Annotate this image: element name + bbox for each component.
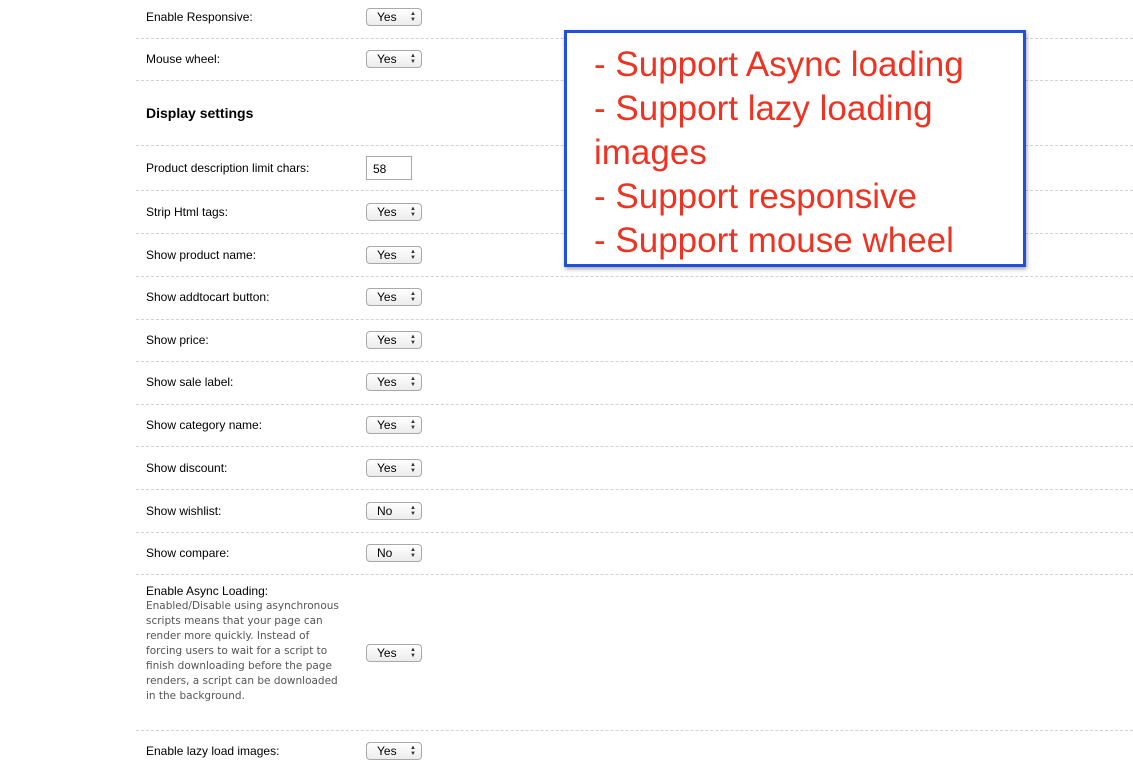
setting-label: Show addtocart button: — [146, 290, 270, 304]
setting-row-show-price: Show price: Yes ▲ ▼ — [136, 320, 1133, 362]
setting-label: Show sale label: — [146, 375, 234, 389]
up-down-arrows-icon: ▲ ▼ — [410, 11, 416, 23]
select-value: Yes — [377, 10, 397, 24]
show-price-select[interactable]: Yes ▲ ▼ — [366, 331, 422, 349]
up-down-arrows-icon: ▲ ▼ — [410, 53, 416, 65]
select-value: Yes — [377, 52, 397, 66]
setting-row-show-wishlist: Show wishlist: No ▲ ▼ — [136, 490, 1133, 533]
select-value: No — [377, 504, 393, 518]
setting-row-show-addtocart: Show addtocart button: Yes ▲ ▼ — [136, 277, 1133, 320]
setting-label: Show product name: — [146, 248, 257, 262]
select-value: Yes — [377, 290, 397, 304]
setting-row-show-category-name: Show category name: Yes ▲ ▼ — [136, 405, 1133, 447]
select-value: Yes — [377, 375, 397, 389]
setting-label: Show wishlist: — [146, 504, 222, 518]
up-down-arrows-icon: ▲ ▼ — [410, 249, 416, 261]
up-down-arrows-icon: ▲ ▼ — [410, 647, 416, 659]
show-discount-select[interactable]: Yes ▲ ▼ — [366, 459, 422, 477]
up-down-arrows-icon: ▲ ▼ — [410, 745, 416, 757]
setting-label: Enable Async Loading: — [146, 584, 269, 598]
select-value: Yes — [377, 461, 397, 475]
select-value: Yes — [377, 646, 397, 660]
callout-line: - Support Async loading — [594, 45, 964, 84]
up-down-arrows-icon: ▲ ▼ — [410, 291, 416, 303]
setting-label: Show compare: — [146, 546, 230, 560]
setting-description: Enabled/Disable using asynchronous scrip… — [146, 600, 339, 702]
up-down-arrows-icon: ▲ ▼ — [410, 206, 416, 218]
enable-responsive-select[interactable]: Yes ▲ ▼ — [366, 8, 422, 26]
select-value: Yes — [377, 418, 397, 432]
up-down-arrows-icon: ▲ ▼ — [410, 462, 416, 474]
callout-line: - Support responsive — [594, 177, 917, 216]
setting-label: Mouse wheel: — [146, 52, 221, 66]
mouse-wheel-select[interactable]: Yes ▲ ▼ — [366, 50, 422, 68]
setting-row-lazy-load: Enable lazy load images: Yes ▲ ▼ — [136, 731, 1133, 771]
async-loading-select[interactable]: Yes ▲ ▼ — [366, 644, 422, 662]
select-value: Yes — [377, 205, 397, 219]
setting-row-show-compare: Show compare: No ▲ ▼ — [136, 533, 1133, 575]
setting-label: Show discount: — [146, 461, 228, 475]
show-addtocart-select[interactable]: Yes ▲ ▼ — [366, 288, 422, 306]
callout-line: - Support lazy loading images — [594, 89, 943, 172]
setting-row-show-discount: Show discount: Yes ▲ ▼ — [136, 447, 1133, 490]
setting-row-show-sale-label: Show sale label: Yes ▲ ▼ — [136, 362, 1133, 405]
show-wishlist-select[interactable]: No ▲ ▼ — [366, 502, 422, 520]
setting-label-group: Enable Async Loading: Enabled/Disable us… — [146, 584, 344, 704]
up-down-arrows-icon: ▲ ▼ — [410, 334, 416, 346]
feature-callout-box: - Support Async loading - Support lazy l… — [564, 30, 1026, 267]
show-product-name-select[interactable]: Yes ▲ ▼ — [366, 246, 422, 264]
setting-row-async-loading: Enable Async Loading: Enabled/Disable us… — [136, 575, 1133, 731]
up-down-arrows-icon: ▲ ▼ — [410, 376, 416, 388]
select-value: Yes — [377, 333, 397, 347]
section-heading: Display settings — [146, 105, 254, 121]
lazy-load-select[interactable]: Yes ▲ ▼ — [366, 742, 422, 760]
setting-label: Show category name: — [146, 418, 263, 432]
up-down-arrows-icon: ▲ ▼ — [410, 547, 416, 559]
show-category-name-select[interactable]: Yes ▲ ▼ — [366, 416, 422, 434]
up-down-arrows-icon: ▲ ▼ — [410, 419, 416, 431]
show-compare-select[interactable]: No ▲ ▼ — [366, 544, 422, 562]
select-value: Yes — [377, 248, 397, 262]
select-value: No — [377, 546, 393, 560]
strip-html-select[interactable]: Yes ▲ ▼ — [366, 203, 422, 221]
setting-label: Enable Responsive: — [146, 10, 253, 24]
setting-label: Product description limit chars: — [146, 161, 310, 175]
setting-label: Enable lazy load images: — [146, 744, 280, 758]
callout-line: - Support mouse wheel — [594, 221, 954, 260]
select-value: Yes — [377, 744, 397, 758]
setting-label: Strip Html tags: — [146, 205, 229, 219]
product-description-limit-input[interactable] — [366, 156, 412, 180]
up-down-arrows-icon: ▲ ▼ — [410, 505, 416, 517]
show-sale-label-select[interactable]: Yes ▲ ▼ — [366, 373, 422, 391]
setting-label: Show price: — [146, 333, 209, 347]
